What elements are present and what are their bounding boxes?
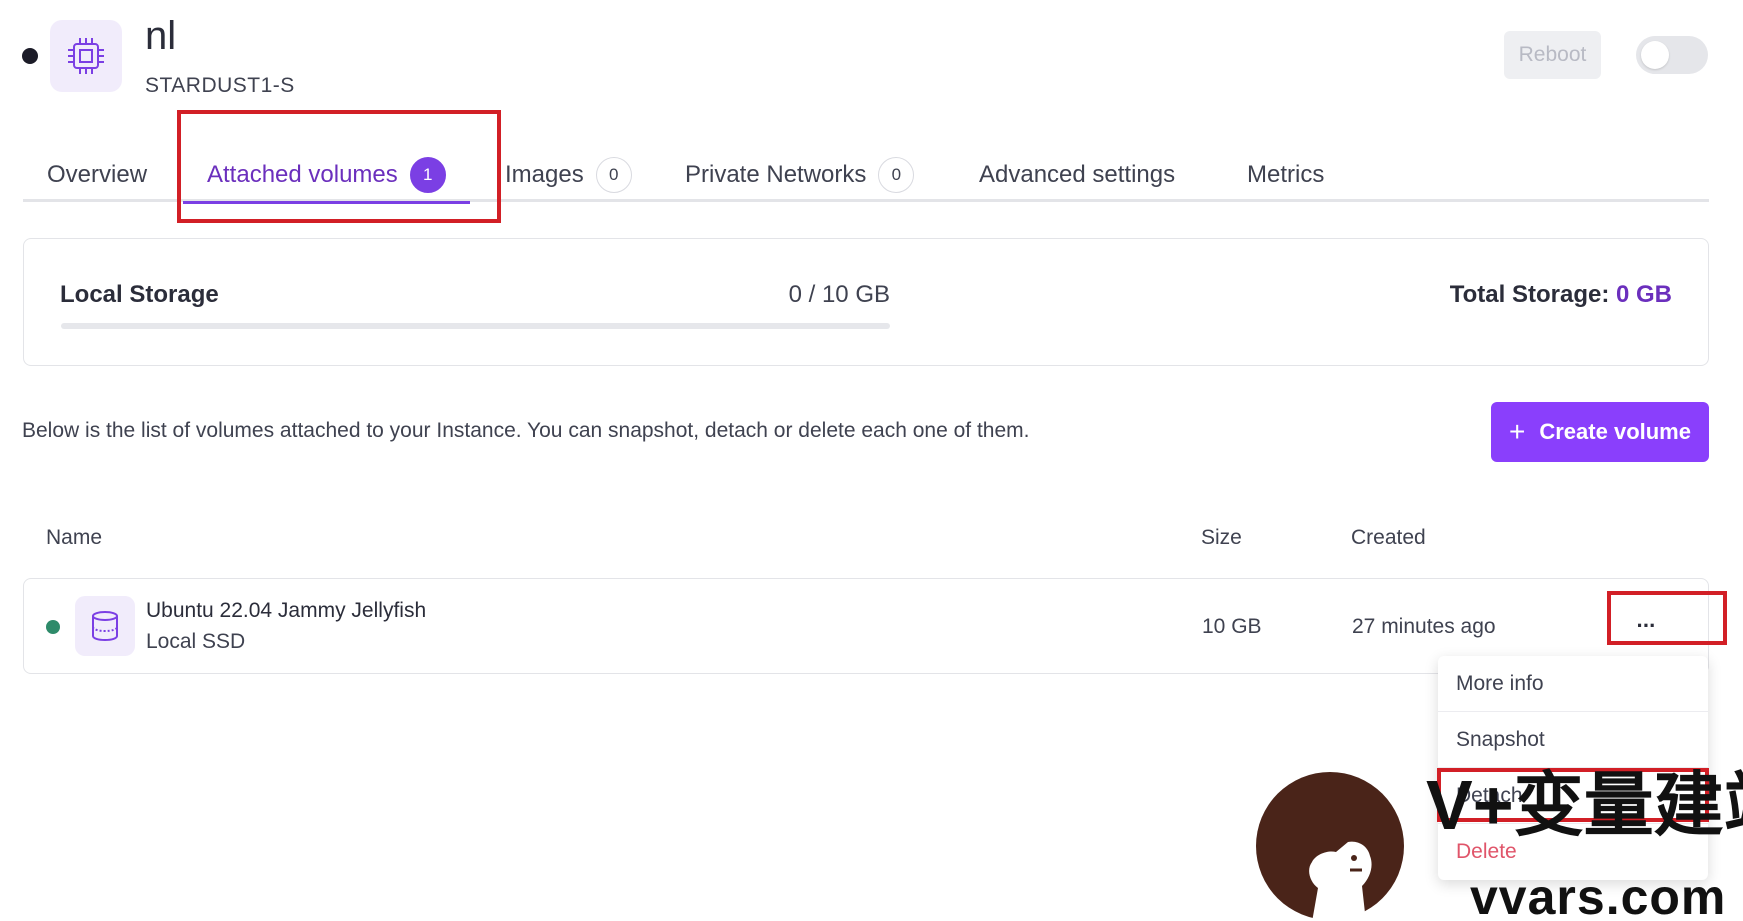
tab-label: Private Networks [685, 161, 867, 188]
volume-status-dot [46, 620, 60, 634]
create-volume-label: Create volume [1539, 419, 1691, 444]
tab-label: Attached volumes [207, 161, 398, 188]
storage-usage: 0 / 10 GB [788, 281, 890, 308]
create-volume-button[interactable]: + Create volume [1491, 402, 1709, 462]
menu-item-snapshot[interactable]: Snapshot [1438, 712, 1708, 768]
volume-size: 10 GB [1202, 615, 1262, 638]
tab-label: Overview [47, 161, 148, 188]
instance-name: nl [145, 14, 177, 58]
tab-count-badge: 1 [409, 157, 446, 193]
instance-type: STARDUST1-S [145, 74, 295, 97]
tab-count-badge: 0 [595, 157, 632, 193]
tab-label: Images [505, 161, 584, 188]
tab-count-badge: 0 [878, 157, 915, 193]
total-storage-label: Total Storage: [1449, 281, 1610, 308]
column-header-created: Created [1351, 526, 1426, 549]
gorilla-logo-icon [1254, 770, 1406, 921]
volume-type: Local SSD [146, 630, 246, 653]
total-storage: Total Storage: 0 GB [1450, 281, 1672, 309]
tab-images[interactable]: Images 0 [505, 150, 632, 200]
total-storage-value: 0 GB [1615, 281, 1672, 308]
tab-overview[interactable]: Overview [47, 150, 147, 200]
column-header-name: Name [46, 526, 103, 549]
tab-advanced-settings[interactable]: Advanced settings [979, 150, 1175, 200]
storage-label: Local Storage [60, 281, 219, 308]
instance-tabs: Overview Attached volumes 1 Images 0 Pri… [23, 150, 1709, 204]
reboot-button[interactable]: Reboot [1504, 31, 1601, 79]
watermark-text: V+变量建站 [1426, 766, 1743, 844]
storage-progress-bar [61, 323, 890, 329]
volume-disk-icon [75, 596, 135, 656]
tab-private-networks[interactable]: Private Networks 0 [685, 150, 915, 200]
tab-label: Metrics [1247, 161, 1325, 188]
column-header-size: Size [1201, 526, 1242, 549]
volumes-description: Below is the list of volumes attached to… [22, 419, 1030, 442]
volume-created: 27 minutes ago [1352, 615, 1496, 638]
storage-card: Local Storage 0 / 10 GB Total Storage: 0… [23, 238, 1709, 366]
power-toggle-knob [1641, 41, 1669, 69]
tab-metrics[interactable]: Metrics [1247, 150, 1324, 200]
more-actions-icon[interactable]: ··· [1628, 608, 1664, 644]
menu-item-more-info[interactable]: More info [1438, 656, 1708, 712]
cpu-icon [50, 20, 122, 92]
instance-status-dot [22, 48, 38, 64]
power-toggle[interactable] [1636, 36, 1708, 74]
tab-label: Advanced settings [979, 161, 1176, 188]
tab-attached-volumes[interactable]: Attached volumes 1 [183, 150, 470, 204]
plus-icon: + [1509, 416, 1526, 447]
volume-name: Ubuntu 22.04 Jammy Jellyfish [146, 599, 427, 622]
watermark-url: vvars.com [1470, 869, 1727, 921]
